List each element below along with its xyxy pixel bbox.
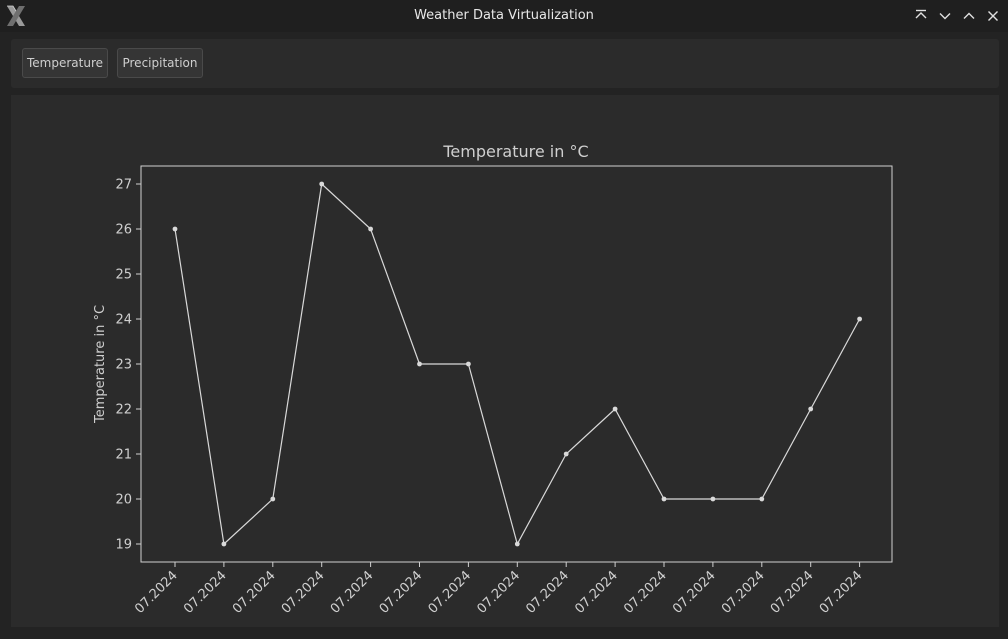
- keep-above-icon: [915, 9, 927, 19]
- data-point: [710, 496, 716, 502]
- window-title: Weather Data Virtualization: [414, 8, 594, 23]
- data-point: [514, 541, 520, 547]
- minimize-icon: [939, 13, 951, 20]
- chart-title: Temperature in °C: [442, 142, 588, 161]
- temperature-button[interactable]: Temperature: [22, 48, 108, 78]
- app-window: Weather Data Virtualization Temperature …: [0, 0, 1008, 639]
- data-point: [759, 496, 765, 502]
- data-point: [857, 316, 862, 322]
- data-point: [466, 361, 471, 367]
- y-tick-label: 26: [115, 223, 132, 238]
- precipitation-button[interactable]: Precipitation: [117, 48, 203, 78]
- y-tick-label: 27: [115, 178, 132, 193]
- data-point: [270, 496, 276, 502]
- y-tick-label: 22: [115, 403, 132, 418]
- y-tick-label: 19: [115, 538, 132, 553]
- y-tick-label: 23: [115, 358, 132, 373]
- title-bar[interactable]: Weather Data Virtualization: [0, 0, 1008, 32]
- minimize-button[interactable]: [936, 7, 954, 25]
- data-point: [368, 226, 373, 232]
- data-point: [172, 226, 178, 232]
- chart-background: [11, 95, 999, 627]
- temperature-line-chart: Temperature in °C Temperature in °C 19 20…: [11, 95, 999, 627]
- data-point: [417, 361, 422, 367]
- data-point: [563, 451, 569, 457]
- data-point: [661, 496, 667, 502]
- data-point: [221, 541, 227, 547]
- y-tick-label: 25: [115, 268, 132, 283]
- y-tick-label: 24: [115, 313, 132, 328]
- y-tick-label: 21: [115, 448, 132, 463]
- maximize-icon: [963, 12, 975, 19]
- maximize-button[interactable]: [960, 7, 978, 25]
- close-icon: [988, 11, 998, 21]
- chart-panel: Temperature in °C Temperature in °C 19 20…: [11, 95, 999, 627]
- data-point: [319, 181, 325, 187]
- keep-above-button[interactable]: [912, 7, 930, 25]
- toolbar: Temperature Precipitation: [11, 39, 999, 88]
- data-point: [808, 406, 814, 412]
- y-axis-label: Temperature in °C: [93, 305, 108, 424]
- close-button[interactable]: [984, 7, 1002, 25]
- data-point: [612, 406, 618, 412]
- y-tick-label: 20: [115, 493, 132, 508]
